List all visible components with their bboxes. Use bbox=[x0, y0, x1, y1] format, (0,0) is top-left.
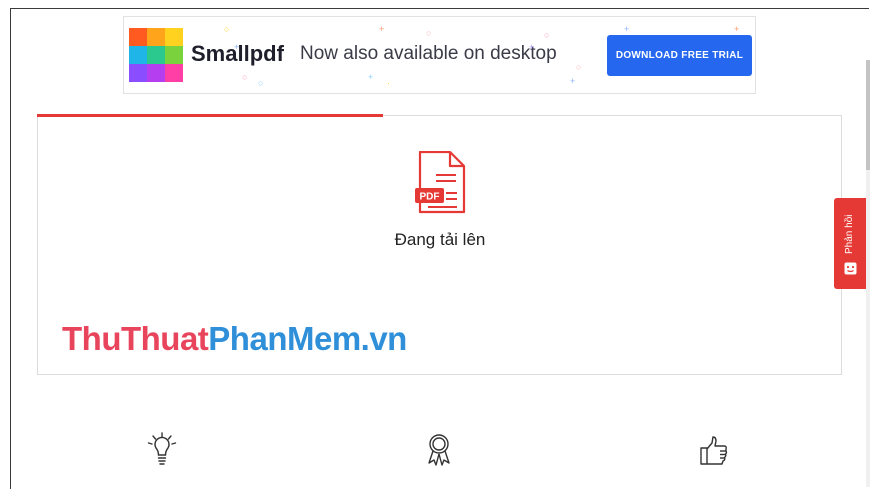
upload-status-label: Đang tải lên bbox=[394, 230, 486, 249]
confetti-decoration: + bbox=[234, 42, 240, 52]
logo-tile bbox=[165, 46, 183, 64]
confetti-decoration: + bbox=[368, 72, 374, 82]
watermark-part-2: PhanMem.vn bbox=[208, 320, 407, 357]
logo-tile bbox=[147, 28, 165, 46]
confetti-decoration: ○ bbox=[544, 30, 550, 40]
confetti-decoration: + bbox=[624, 24, 630, 34]
scrollbar-thumb[interactable] bbox=[866, 60, 870, 170]
upload-progress-bar bbox=[37, 114, 383, 117]
confetti-decoration: ○ bbox=[576, 62, 582, 72]
smallpdf-logo-icon bbox=[129, 28, 183, 82]
logo-tile bbox=[147, 64, 165, 82]
confetti-decoration: ○ bbox=[224, 24, 230, 34]
confetti-decoration: · bbox=[387, 78, 390, 88]
feedback-icon bbox=[844, 262, 857, 275]
confetti-decoration: + bbox=[529, 42, 535, 52]
confetti-decoration: + bbox=[379, 24, 385, 34]
confetti-decoration: ○ bbox=[242, 72, 248, 82]
pdf-badge-text: PDF bbox=[420, 192, 440, 203]
pdf-file-icon: PDF bbox=[415, 151, 466, 214]
award-ribbon-icon bbox=[428, 434, 450, 466]
logo-tile bbox=[165, 64, 183, 82]
ad-banner[interactable]: Smallpdf Now also available on desktop D… bbox=[123, 16, 756, 94]
thumbs-up-icon bbox=[700, 436, 728, 465]
feedback-label: Phản hồi bbox=[844, 214, 855, 254]
confetti-decoration: + bbox=[734, 24, 740, 34]
confetti-decoration: ○ bbox=[426, 28, 432, 38]
feedback-tab[interactable]: Phản hồi bbox=[834, 198, 867, 289]
banner-tagline: Now also available on desktop bbox=[300, 43, 557, 64]
logo-tile bbox=[165, 28, 183, 46]
logo-tile bbox=[129, 46, 147, 64]
confetti-decoration: + bbox=[570, 76, 576, 86]
logo-tile bbox=[129, 28, 147, 46]
download-free-trial-button[interactable]: DOWNLOAD FREE TRIAL bbox=[607, 35, 752, 76]
confetti-decoration: ○ bbox=[258, 78, 264, 88]
watermark: ThuThuatPhanMem.vn bbox=[62, 320, 407, 358]
lightbulb-icon bbox=[147, 432, 177, 465]
logo-tile bbox=[129, 64, 147, 82]
watermark-part-1: ThuThuat bbox=[62, 320, 209, 357]
logo-tile bbox=[147, 46, 165, 64]
